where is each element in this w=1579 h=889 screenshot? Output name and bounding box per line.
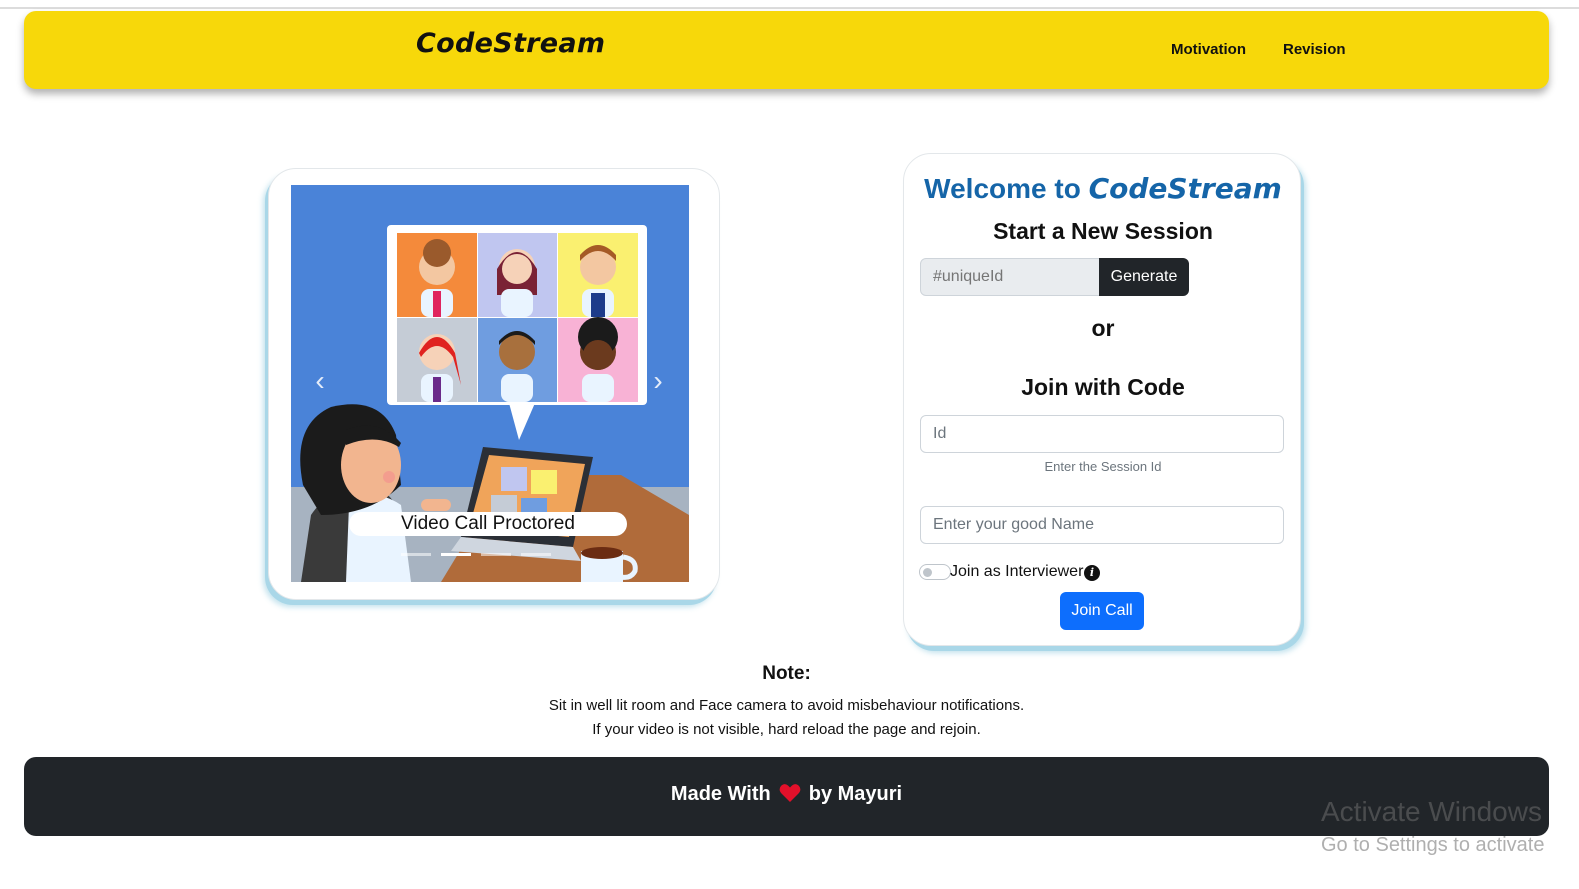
note-line: Sit in well lit room and Face camera to … <box>548 697 1025 714</box>
windows-watermark-title: Activate Windows <box>1321 796 1542 827</box>
brand-logo[interactable]: CodeStream <box>416 28 605 59</box>
generate-button[interactable]: Generate <box>1099 258 1189 296</box>
carousel-card: Video Call Proctored ‹ › <box>268 168 720 600</box>
welcome-brand: CodeStream <box>1088 172 1282 205</box>
carousel-next-icon[interactable]: › <box>648 366 668 396</box>
carousel-prev-icon[interactable]: ‹ <box>310 366 330 396</box>
session-id-help: Enter the Session Id <box>1044 459 1162 474</box>
carousel-indicator[interactable] <box>481 553 511 556</box>
session-id-input[interactable] <box>920 415 1284 453</box>
welcome-prefix: Welcome to <box>924 173 1089 204</box>
carousel-indicator[interactable] <box>521 553 551 556</box>
join-code-title: Join with Code <box>1021 374 1185 400</box>
nav-link-motivation[interactable]: Motivation <box>1171 41 1246 58</box>
join-call-button[interactable]: Join Call <box>1060 592 1144 630</box>
carousel-indicator[interactable] <box>401 553 431 556</box>
join-card: Welcome to CodeStream Start a New Sessio… <box>903 153 1301 646</box>
footer-prefix: Made With <box>670 783 771 805</box>
interviewer-label[interactable]: Join as Interviewer <box>950 563 1083 581</box>
nav-link-revision[interactable]: Revision <box>1283 41 1346 58</box>
note-title: Note: <box>762 663 811 684</box>
or-divider: or <box>1091 315 1115 341</box>
interviewer-toggle[interactable] <box>919 564 951 580</box>
heart-icon <box>779 784 801 802</box>
carousel-caption: Video Call Proctored <box>349 512 627 536</box>
new-session-title: Start a New Session <box>993 218 1213 244</box>
info-icon[interactable]: i <box>1084 565 1100 581</box>
note-line: If your video is not visible, hard reloa… <box>592 721 981 738</box>
carousel-slide: Video Call Proctored ‹ › <box>291 185 689 582</box>
windows-watermark-subtitle: Go to Settings to activate <box>1321 834 1545 856</box>
navbar: CodeStream Motivation Revision <box>24 11 1549 89</box>
toggle-knob <box>923 568 932 577</box>
footer-suffix: by Mayuri <box>808 783 903 805</box>
name-input[interactable] <box>920 506 1284 544</box>
carousel-indicator-active[interactable] <box>441 553 471 556</box>
carousel-indicators <box>401 553 579 557</box>
unique-id-input <box>920 258 1100 296</box>
top-rule <box>0 7 1579 9</box>
welcome-heading: Welcome to CodeStream <box>904 172 1302 205</box>
